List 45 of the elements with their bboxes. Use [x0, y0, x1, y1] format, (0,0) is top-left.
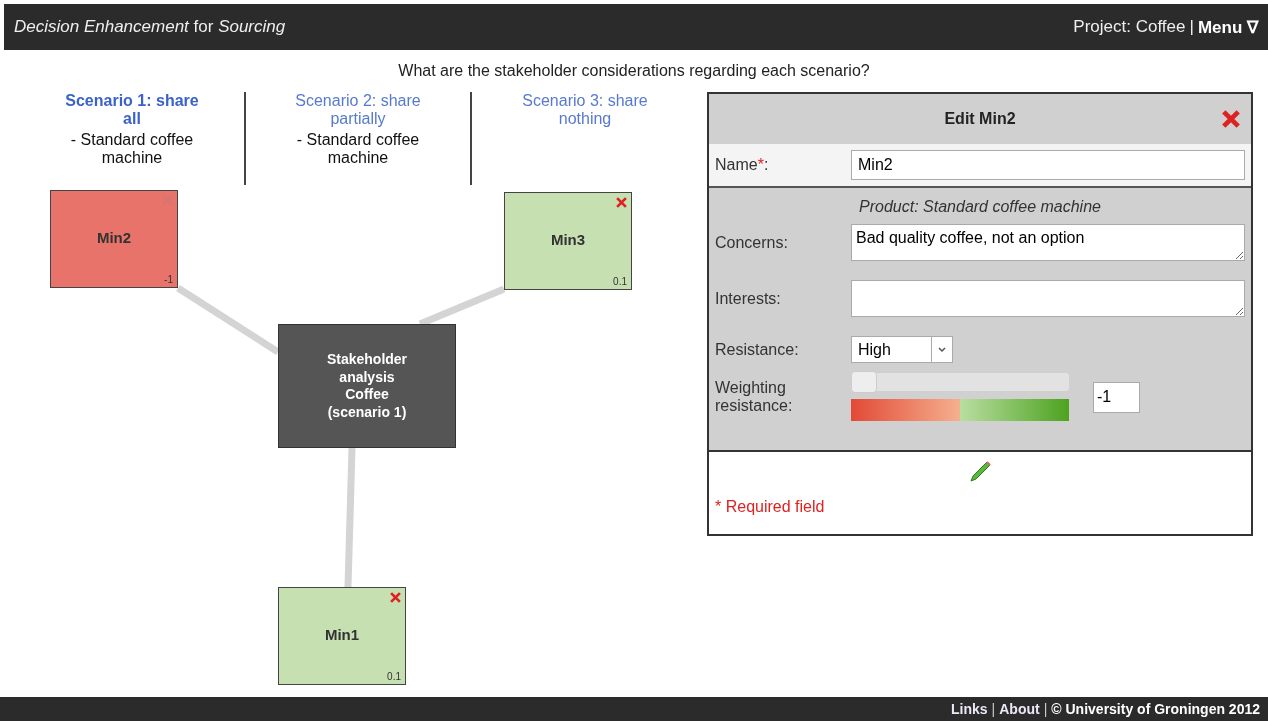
concerns-label: Concerns:	[715, 233, 789, 252]
center-node-label: Stakeholder analysis Coffee (scenario 1)	[325, 351, 409, 421]
resistance-select[interactable]: High	[851, 336, 953, 363]
scenario-link[interactable]: Scenario 3: share nothing	[510, 92, 660, 128]
separator: |	[1043, 701, 1048, 717]
node-value: 0.1	[613, 276, 627, 287]
menu-link[interactable]: Menu ∇	[1197, 16, 1258, 38]
question-text: What are the stakeholder considerations regarding each scenario?	[397, 61, 871, 80]
node-label: Min3	[549, 231, 587, 248]
separator: |	[1189, 17, 1194, 37]
stakeholder-node[interactable]: Min3 0.1	[504, 192, 632, 290]
app-title: Decision Enhancement for Sourcing	[14, 17, 286, 37]
node-value: -1	[164, 274, 173, 285]
scenario-link[interactable]: Scenario 2: share partially	[284, 92, 432, 128]
interests-field[interactable]	[851, 280, 1245, 317]
delete-icon[interactable]	[390, 592, 401, 603]
node-label: Min1	[323, 626, 361, 643]
separator: |	[991, 701, 996, 717]
panel-title: Edit Min2	[944, 110, 1016, 128]
delete-icon[interactable]	[616, 197, 627, 208]
scenario-product: - Standard coffee machine	[69, 131, 195, 167]
footer-link[interactable]: About	[999, 701, 1040, 717]
product-heading: Product: Standard coffee machine	[858, 197, 1102, 217]
project-label: Project: Coffee	[1073, 17, 1186, 37]
weighting-slider[interactable]	[851, 373, 1069, 391]
pencil-icon[interactable]	[968, 460, 992, 484]
name-label: Name*:	[715, 156, 770, 174]
required-note: * Required field	[715, 498, 825, 516]
concerns-field[interactable]: Bad quality coffee, not an option	[851, 224, 1245, 261]
node-value: 0.1	[387, 671, 401, 682]
center-node[interactable]: Stakeholder analysis Coffee (scenario 1)	[278, 324, 456, 448]
weighting-field[interactable]: -1	[1093, 381, 1140, 413]
stakeholder-node[interactable]: Min2 -1	[50, 190, 178, 288]
node-label: Min2	[95, 229, 133, 246]
resistance-label: Resistance:	[715, 340, 800, 359]
slider-thumb[interactable]	[851, 371, 877, 393]
name-field[interactable]: Min2	[851, 150, 1245, 180]
scenario-link[interactable]: Scenario 1: share all	[58, 92, 206, 128]
weighting-label: Weighting resistance:	[715, 379, 794, 415]
scenario-product: - Standard coffee machine	[295, 131, 421, 167]
close-icon[interactable]	[1221, 110, 1241, 128]
footer-link[interactable]: Links	[951, 701, 988, 717]
copyright-text: © University of Groningen 2012	[1051, 701, 1260, 717]
interests-label: Interests:	[715, 289, 782, 308]
stakeholder-node[interactable]: Min1 0.1	[278, 587, 406, 685]
